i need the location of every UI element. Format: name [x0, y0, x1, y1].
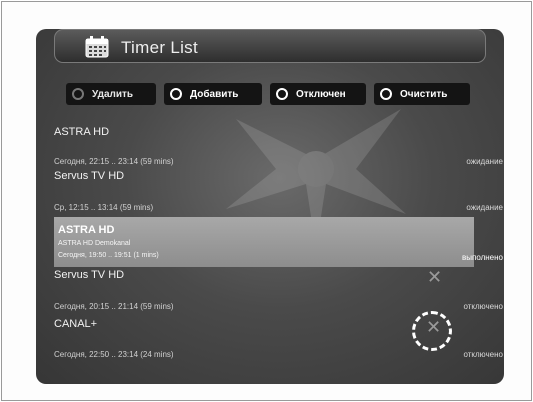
timer-channel: Servus TV HD: [54, 269, 125, 281]
timer-status: выполнено: [461, 253, 503, 262]
add-button-label: Добавить: [190, 88, 239, 100]
timer-subtitle: ASTRA HD Demokanal: [58, 240, 131, 247]
add-button[interactable]: Добавить: [164, 83, 262, 105]
circle-icon: [72, 88, 84, 100]
disable-button[interactable]: Отключен: [270, 83, 366, 105]
timer-time: Ср, 12:15 .. 13:14 (59 mins): [54, 203, 154, 212]
timer-channel: ASTRA HD: [54, 126, 110, 138]
circle-icon: [380, 88, 392, 100]
disable-button-label: Отключен: [296, 88, 346, 100]
close-icon: ✕: [427, 267, 443, 287]
header-bar: Timer List: [54, 29, 486, 63]
timer-time: Сегодня, 22:50 .. 23:14 (24 mins): [54, 350, 174, 359]
timer-channel: CANAL+: [54, 318, 98, 330]
delete-button[interactable]: Удалить: [66, 83, 156, 105]
timer-channel: ASTRA HD: [58, 224, 115, 236]
timer-status: отключено: [463, 302, 503, 311]
circle-icon: [276, 88, 288, 100]
delete-button-label: Удалить: [92, 88, 134, 100]
header-title: Timer List: [121, 38, 198, 57]
clear-button-label: Очистить: [400, 88, 448, 100]
timer-time: Сегодня, 19:50 .. 19:51 (1 mins): [58, 252, 159, 259]
highlight-circle: [412, 311, 452, 351]
calendar-icon: [85, 36, 109, 58]
clear-button[interactable]: Очистить: [374, 83, 470, 105]
timer-time: Сегодня, 20:15 .. 21:14 (59 mins): [54, 302, 174, 311]
timer-status: отключено: [463, 350, 503, 359]
timer-status: ожидание: [466, 203, 503, 212]
timer-channel: Servus TV HD: [54, 170, 125, 182]
timer-status: ожидание: [466, 157, 503, 166]
circle-icon: [170, 88, 182, 100]
timer-time: Сегодня, 22:15 .. 23:14 (59 mins): [54, 157, 174, 166]
